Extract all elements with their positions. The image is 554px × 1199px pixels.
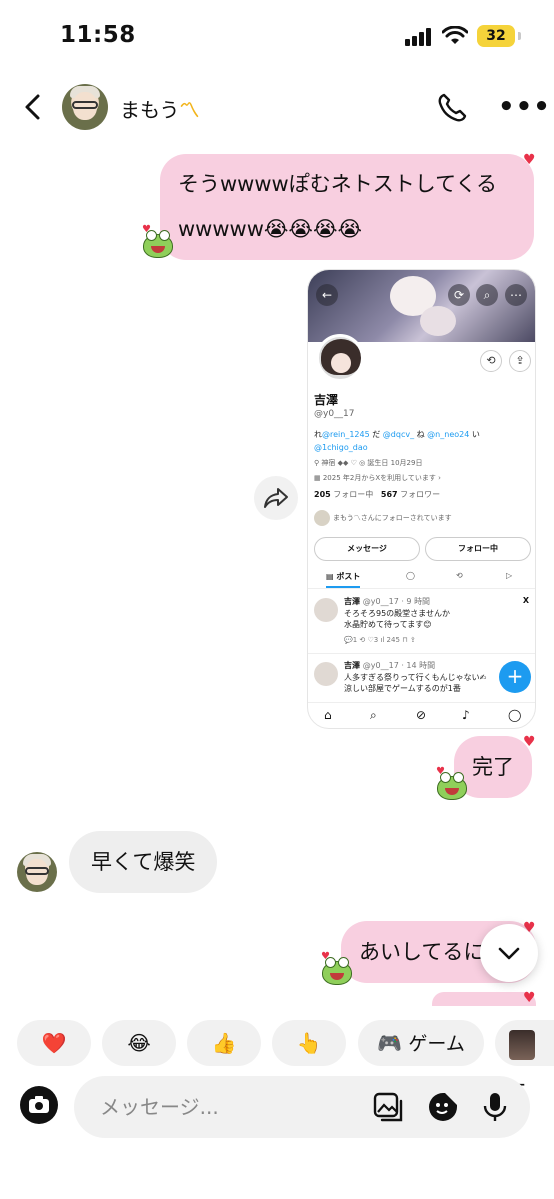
repost-icon: ⟲ — [456, 571, 463, 580]
reaction-heart-icon: ♥ — [523, 152, 536, 168]
gallery-icon[interactable] — [372, 1090, 406, 1124]
message-composer — [74, 1076, 530, 1138]
forward-arrow-icon — [264, 488, 288, 508]
post-avatar — [314, 662, 338, 686]
sticker-icon[interactable] — [426, 1090, 460, 1124]
scroll-to-bottom-button[interactable] — [480, 924, 538, 982]
bell-icon: ♪ — [462, 708, 470, 722]
profile-tabs: ▤ ポスト ◯ ⟲ ▷ — [308, 567, 535, 589]
home-icon: ⌂ — [324, 708, 332, 722]
chat-header: まもう〽 ••• — [0, 72, 554, 142]
post-item: 吉澤 @y0__17 · 9 時間 そろそろ95の殿堂さませんか 水晶貯めて待っ… — [308, 594, 535, 650]
follower-avatar — [314, 510, 330, 526]
status-bar: 11:58 32 — [0, 0, 554, 72]
avatar-thumbnail — [509, 1029, 535, 1060]
point-up-emoji-icon: 👆 — [296, 1031, 322, 1055]
contact-avatar[interactable] — [62, 84, 108, 130]
frog-sticker-icon: ♥ — [436, 766, 468, 802]
grok-icon: ⟲ — [480, 350, 502, 372]
thumbs-up-emoji-icon: 👍 — [211, 1031, 237, 1055]
mail-icon: ◯ — [508, 708, 522, 722]
profile-follow-counts: 205 フォロー中 567 フォロワー — [314, 490, 441, 499]
grok-icon: ⊘ — [416, 708, 427, 722]
battery-indicator: 32 — [477, 25, 521, 47]
compose-fab-icon: + — [499, 661, 531, 693]
following-pill-button: フォロー中 — [425, 537, 531, 561]
frog-sticker-icon: ♥ — [142, 224, 174, 260]
message-bubble-outgoing-partial — [432, 992, 536, 1006]
profile-handle: @y0__17 — [314, 409, 355, 419]
frog-sticker-icon: ♥ — [321, 951, 353, 987]
laughing-emoji-icon: 😂 — [127, 1031, 151, 1055]
more-options-icon: ⋯ — [505, 284, 527, 306]
search-icon: ⌕ — [370, 708, 377, 722]
cellular-signal-icon — [405, 28, 435, 46]
phone-icon[interactable] — [436, 92, 468, 124]
profile-avatar — [316, 334, 364, 382]
profile-banner-image: ← ⟳ ⌕ ⋯ — [308, 270, 535, 342]
contact-badge: 〽 — [179, 98, 200, 122]
microphone-icon[interactable] — [478, 1090, 512, 1124]
search-icon: ⌕ — [476, 284, 498, 306]
quick-reply-thumbs-up[interactable]: 👍 — [187, 1020, 261, 1066]
tab-posts: ▤ ポスト — [326, 571, 361, 588]
share-icon: ⇪ — [509, 350, 531, 372]
contact-name-text: まもう — [120, 98, 180, 122]
quick-reply-label: ゲーム — [408, 1033, 465, 1055]
message-pill-button: メッセージ — [314, 537, 420, 561]
quick-reply-laugh[interactable]: 😂 — [102, 1020, 176, 1066]
post-avatar — [314, 598, 338, 622]
post-actions: 💬1 ⟲ ♡3 ıl 245 ⊓ ⇪ — [344, 636, 416, 644]
wifi-icon — [442, 26, 468, 44]
reaction-heart-icon: ♥ — [523, 734, 536, 750]
profile-bio: れ@rein_1245 だ @dqcv_ ね @n_neo24 い @1chig… — [314, 430, 480, 452]
back-arrow-icon[interactable] — [18, 92, 48, 122]
chat-bubble-icon: ◯ — [406, 571, 415, 580]
camera-icon — [29, 1096, 49, 1113]
video-icon: ▷ — [506, 571, 513, 580]
heart-emoji-icon: ❤️ — [41, 1031, 67, 1055]
camera-button[interactable] — [20, 1086, 58, 1124]
back-arrow-icon: ← — [316, 284, 338, 306]
followed-by-note: まもう〽さんにフォローされています — [314, 510, 452, 526]
x-bottom-nav: ⌂ ⌕ ⊘ ♪ ◯ — [308, 702, 535, 728]
message-text: そうwwwwぽむネトストしてくる — [178, 172, 498, 196]
contact-avatar[interactable] — [17, 852, 57, 892]
message-text: wwwww😭😭😭😭 — [178, 217, 363, 241]
refresh-icon: ⟳ — [448, 284, 470, 306]
message-bubble-outgoing[interactable]: そうwwwwぽむネトストしてくる wwwww😭😭😭😭 — [160, 154, 534, 260]
reaction-heart-icon: ♥ — [523, 990, 536, 1006]
profile-name: 吉澤 — [314, 393, 339, 407]
game-controller-icon: 🎮 — [377, 1031, 403, 1055]
share-forward-button[interactable] — [254, 476, 298, 520]
quick-reply-point-up[interactable]: 👆 — [272, 1020, 346, 1066]
status-time: 11:58 — [60, 22, 136, 48]
shared-profile-card[interactable]: ← ⟳ ⌕ ⋯ ⟲ ⇪ 吉澤 @y0__17 れ@rein_1245 だ @dq… — [307, 269, 536, 729]
quick-reply-avatar[interactable]: ニ — [495, 1020, 554, 1101]
contact-name[interactable]: まもう〽 — [120, 94, 199, 123]
divider — [308, 653, 535, 654]
quick-reply-heart[interactable]: ❤️ — [17, 1020, 91, 1066]
message-bubble-incoming[interactable]: 早くて爆笑 — [69, 831, 218, 893]
chevron-down-icon — [498, 947, 520, 960]
more-options-icon[interactable]: ••• — [498, 92, 551, 122]
quick-reply-game[interactable]: 🎮 ゲーム — [358, 1020, 484, 1066]
profile-joined-date: ▦ 2025 年2月からXを利用しています › — [314, 474, 441, 482]
message-input[interactable] — [100, 1090, 360, 1124]
profile-location-birthday: ⚲ 神宿 ◆◆ ♡ ◎ 誕生日 10月29日 — [314, 459, 423, 467]
x-logo-icon: X — [522, 596, 529, 605]
